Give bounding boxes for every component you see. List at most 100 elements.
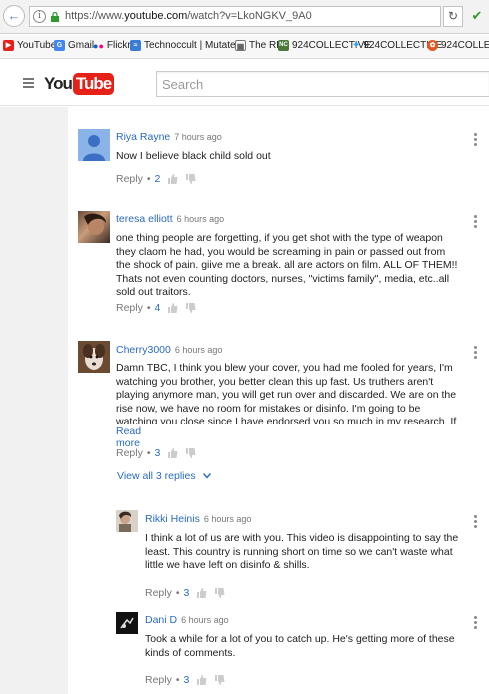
thumbs-up-icon[interactable] bbox=[197, 588, 207, 598]
view-all-label: View all 3 replies bbox=[117, 470, 196, 482]
extension-icon[interactable]: ✔ bbox=[467, 6, 487, 27]
separator-dot: • bbox=[146, 447, 151, 459]
chevron-down-icon bbox=[202, 473, 211, 479]
more-options-icon[interactable] bbox=[474, 616, 477, 631]
user-photo-icon bbox=[84, 213, 106, 235]
thumbs-down-icon[interactable] bbox=[215, 588, 225, 598]
reply-author[interactable]: Dani D6 hours ago bbox=[145, 614, 229, 626]
bookmarks-bar: ▶ YouTube G Gmail ●● Flickr ≈ Technoccul… bbox=[0, 35, 489, 59]
lock-icon bbox=[51, 12, 59, 22]
comment-text: Damn TBC, I think you blew your cover, y… bbox=[116, 362, 457, 424]
reply-count[interactable]: 3 bbox=[184, 587, 190, 599]
comment-actions: Reply • 3 bbox=[116, 447, 196, 459]
comment-text: one thing people are forgetting, if you … bbox=[116, 232, 458, 298]
avatar[interactable] bbox=[78, 211, 110, 243]
separator-dot: • bbox=[175, 674, 180, 686]
google-icon: G bbox=[54, 40, 65, 51]
thumbs-up-icon[interactable] bbox=[168, 303, 178, 313]
flickr-icon: ●● bbox=[93, 40, 104, 51]
reply-text: I think a lot of us are with you. This v… bbox=[145, 532, 459, 571]
grid-icon: ▦ bbox=[235, 40, 246, 51]
info-icon[interactable]: i bbox=[33, 10, 46, 23]
back-arrow-icon[interactable]: ← bbox=[3, 5, 25, 27]
reply-count[interactable]: 2 bbox=[155, 173, 161, 185]
bookmark-youtube[interactable]: ▶ YouTube bbox=[3, 40, 56, 51]
reply-button[interactable]: Reply bbox=[145, 587, 172, 599]
reply-button[interactable]: Reply bbox=[116, 447, 143, 459]
bookmark-gmail[interactable]: G Gmail bbox=[54, 40, 94, 51]
url-text: https://www.youtube.com/watch?v=LkoNGKV_… bbox=[65, 10, 312, 22]
bookmark-label: 924COLLECTIVE bbox=[441, 40, 489, 51]
youtube-icon: ▶ bbox=[3, 40, 14, 51]
reply-count[interactable]: 3 bbox=[155, 447, 161, 459]
bookmark-924collective-3[interactable]: ✿ 924COLLECTIVE bbox=[427, 40, 489, 51]
reply-time: 6 hours ago bbox=[203, 514, 252, 524]
nc-icon: NC bbox=[278, 40, 289, 51]
reply-text: Took a while for a lot of you to catch u… bbox=[145, 633, 455, 659]
bookmark-label: Technoccult | Mutate ... bbox=[144, 40, 247, 51]
technoccult-icon: ≈ bbox=[130, 40, 141, 51]
thumbs-up-icon[interactable] bbox=[168, 174, 178, 184]
comment-time: 7 hours ago bbox=[174, 132, 222, 142]
more-options-icon[interactable] bbox=[474, 215, 477, 230]
reply-author[interactable]: Rikki Heinis 6 hours ago bbox=[145, 513, 251, 525]
comment-actions: Reply • 4 bbox=[116, 302, 196, 314]
thumbs-down-icon[interactable] bbox=[186, 174, 196, 184]
separator-dot: • bbox=[146, 173, 151, 185]
dog-photo-icon bbox=[78, 341, 110, 373]
avatar[interactable] bbox=[116, 510, 138, 532]
separator-dot: • bbox=[175, 587, 180, 599]
reply-actions: Reply • 3 bbox=[145, 587, 225, 599]
read-more-link[interactable]: Read more bbox=[116, 425, 141, 449]
bookmark-label: Gmail bbox=[68, 40, 95, 51]
bookmark-technoccult[interactable]: ≈ Technoccult | Mutate ... bbox=[130, 40, 247, 51]
reply-count[interactable]: 4 bbox=[155, 302, 161, 314]
bookmark-label: YouTube bbox=[17, 40, 57, 51]
reply-time: 6 hours ago bbox=[181, 615, 229, 625]
logo-tube: Tube bbox=[72, 73, 115, 95]
youtube-header: You Tube bbox=[0, 60, 489, 106]
avatar[interactable] bbox=[78, 341, 110, 373]
user-photo-icon bbox=[116, 510, 138, 532]
avatar[interactable] bbox=[78, 129, 110, 161]
thumbs-up-icon[interactable] bbox=[168, 448, 178, 458]
menu-icon[interactable] bbox=[23, 78, 34, 90]
comment-text-clip: Damn TBC, I think you blew your cover, y… bbox=[116, 362, 462, 424]
reply-actions: Reply • 3 bbox=[145, 674, 225, 686]
browser-address-bar: ← i https://www.youtube.com/watch?v=LkoN… bbox=[0, 0, 489, 34]
separator-dot: • bbox=[146, 302, 151, 314]
bookmark-flickr[interactable]: ●● Flickr bbox=[93, 40, 131, 51]
default-user-icon bbox=[83, 135, 105, 161]
twitter-icon: ✦ bbox=[352, 40, 361, 51]
comment-actions: Reply • 2 bbox=[116, 173, 196, 185]
thumbs-down-icon[interactable] bbox=[186, 303, 196, 313]
avatar[interactable] bbox=[116, 612, 138, 634]
comment-time: 6 hours ago bbox=[174, 345, 223, 355]
reply-count[interactable]: 3 bbox=[184, 674, 190, 686]
user-photo-icon bbox=[116, 612, 138, 634]
thumbs-up-icon[interactable] bbox=[197, 675, 207, 685]
reply-button[interactable]: Reply bbox=[116, 302, 143, 314]
search-box bbox=[156, 71, 489, 97]
comment-author[interactable]: Cherry3000 6 hours ago bbox=[116, 344, 222, 356]
collective-icon: ✿ bbox=[427, 40, 438, 51]
url-field[interactable]: i https://www.youtube.com/watch?v=LkoNGK… bbox=[29, 6, 441, 27]
search-input[interactable] bbox=[157, 72, 489, 96]
view-all-replies-button[interactable]: View all 3 replies bbox=[117, 470, 211, 482]
bookmark-the-rr[interactable]: ▦ The RR bbox=[235, 40, 283, 51]
comment-author[interactable]: Riya Rayne 7 hours ago bbox=[116, 131, 222, 143]
more-options-icon[interactable] bbox=[474, 515, 477, 530]
thumbs-down-icon[interactable] bbox=[215, 675, 225, 685]
more-options-icon[interactable] bbox=[474, 133, 477, 148]
comment-author[interactable]: teresa elliott 6 hours ago bbox=[116, 213, 224, 225]
thumbs-down-icon[interactable] bbox=[186, 448, 196, 458]
logo-you: You bbox=[44, 74, 73, 93]
reply-button[interactable]: Reply bbox=[145, 674, 172, 686]
reply-button[interactable]: Reply bbox=[116, 173, 143, 185]
more-options-icon[interactable] bbox=[474, 346, 477, 361]
bookmark-label: Flickr bbox=[106, 40, 131, 51]
youtube-logo[interactable]: You Tube bbox=[44, 72, 115, 96]
reload-icon[interactable]: ↻ bbox=[443, 6, 463, 27]
comment-time: 6 hours ago bbox=[176, 214, 225, 224]
comment-text: Now I believe black child sold out bbox=[116, 150, 271, 162]
